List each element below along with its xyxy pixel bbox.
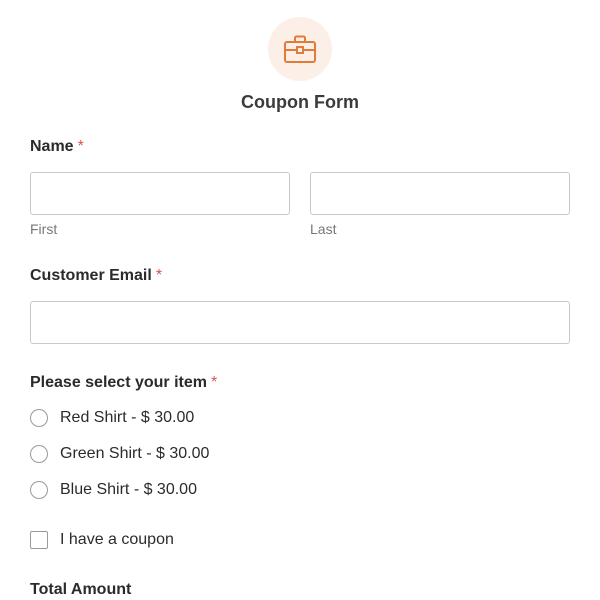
radio-option-label: Blue Shirt - $ 30.00 <box>60 481 197 498</box>
total-amount-label: Total Amount <box>30 581 132 598</box>
coupon-checkbox[interactable] <box>30 531 48 549</box>
last-name-input[interactable] <box>310 172 570 215</box>
radio-button[interactable] <box>30 409 48 427</box>
required-mark: * <box>77 138 84 155</box>
briefcase-icon <box>284 35 316 63</box>
radio-option-red-shirt[interactable]: Red Shirt - $ 30.00 <box>30 407 194 429</box>
radio-option-label: Green Shirt - $ 30.00 <box>60 445 210 462</box>
form-icon-badge <box>268 17 332 81</box>
email-label: Customer Email * <box>30 267 162 285</box>
radio-option-green-shirt[interactable]: Green Shirt - $ 30.00 <box>30 443 209 465</box>
coupon-checkbox-option[interactable]: I have a coupon <box>30 529 174 551</box>
radio-button[interactable] <box>30 481 48 499</box>
first-name-input[interactable] <box>30 172 290 215</box>
form-title: Coupon Form <box>241 92 359 112</box>
email-input[interactable] <box>30 301 570 344</box>
item-select-label-text: Please select your item <box>30 374 207 391</box>
name-label: Name * <box>30 138 84 156</box>
item-select-label: Please select your item * <box>30 374 217 392</box>
first-name-sublabel: First <box>30 221 58 237</box>
email-label-text: Customer Email <box>30 267 152 284</box>
coupon-checkbox-label: I have a coupon <box>60 531 174 548</box>
radio-button[interactable] <box>30 445 48 463</box>
required-mark: * <box>155 267 163 284</box>
radio-option-label: Red Shirt - $ 30.00 <box>60 409 195 426</box>
last-name-sublabel: Last <box>310 221 337 237</box>
name-label-text: Name <box>30 138 74 155</box>
required-mark: * <box>210 374 218 391</box>
radio-option-blue-shirt[interactable]: Blue Shirt - $ 30.00 <box>30 479 197 501</box>
